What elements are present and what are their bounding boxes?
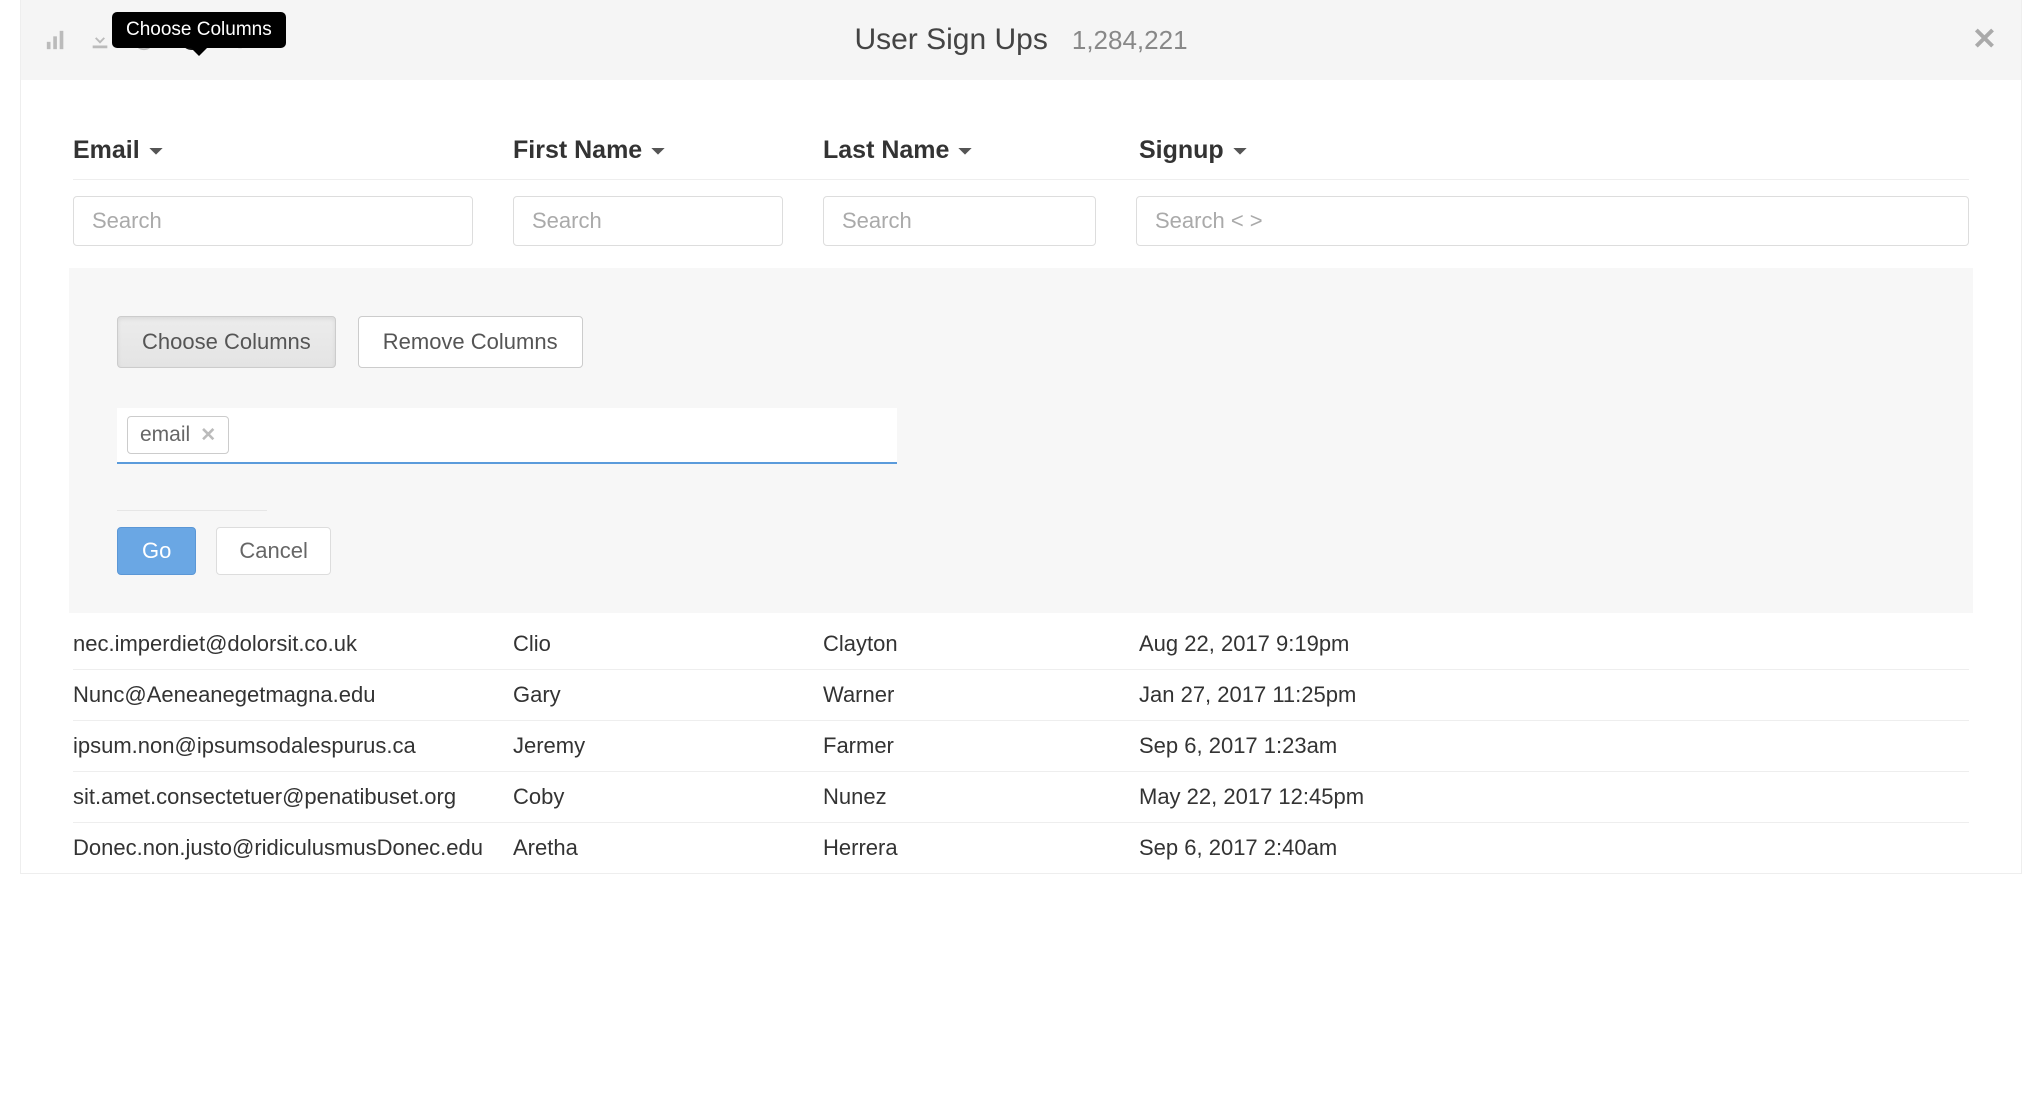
cell-last: Nunez (823, 784, 1139, 810)
close-icon[interactable]: ✕ (1972, 25, 1997, 55)
cell-email: sit.amet.consectetuer@penatibuset.org (73, 784, 513, 810)
panel-tabs: Choose Columns Remove Columns (117, 316, 1925, 368)
column-chooser-panel: Choose Columns Remove Columns email ✕ Go… (69, 268, 1973, 613)
chevron-down-icon (1232, 136, 1248, 165)
table-row: nec.imperdiet@dolorsit.co.uk Clio Clayto… (73, 613, 1969, 669)
cell-email: Nunc@Aeneanegetmagna.edu (73, 682, 513, 708)
chevron-down-icon (957, 136, 973, 165)
cell-first: Gary (513, 682, 823, 708)
remove-tag-icon[interactable]: ✕ (200, 424, 216, 447)
table-row: sit.amet.consectetuer@penatibuset.org Co… (73, 771, 1969, 822)
table-row: Nunc@Aeneanegetmagna.edu Gary Warner Jan… (73, 669, 1969, 720)
cell-email: nec.imperdiet@dolorsit.co.uk (73, 631, 513, 657)
record-count: 1,284,221 (1072, 25, 1188, 56)
chevron-down-icon (148, 136, 164, 165)
column-header-first-name[interactable]: First Name (513, 136, 666, 165)
search-input-last[interactable] (823, 196, 1096, 246)
content-area: Email First Name Last Name (21, 136, 2021, 873)
search-row (73, 196, 1969, 246)
column-header-last-name[interactable]: Last Name (823, 136, 973, 165)
cell-first: Coby (513, 784, 823, 810)
selected-column-tag: email ✕ (127, 416, 229, 454)
cell-email: ipsum.non@ipsumsodalespurus.ca (73, 733, 513, 759)
column-header-label: First Name (513, 136, 642, 165)
data-rows: nec.imperdiet@dolorsit.co.uk Clio Clayto… (73, 613, 1969, 873)
column-header-label: Email (73, 136, 140, 165)
download-icon[interactable] (89, 29, 111, 51)
header-title: User Sign Ups 1,284,221 (854, 23, 1187, 57)
cell-last: Farmer (823, 733, 1139, 759)
cell-signup: May 22, 2017 12:45pm (1139, 784, 1969, 810)
bar-chart-icon[interactable] (45, 29, 67, 51)
table-row: Donec.non.justo@ridiculusmusDonec.edu Ar… (73, 822, 1969, 873)
cell-last: Clayton (823, 631, 1139, 657)
panel-actions: Go Cancel (117, 527, 1925, 575)
cell-signup: Aug 22, 2017 9:19pm (1139, 631, 1969, 657)
cell-first: Clio (513, 631, 823, 657)
app-window: User Sign Ups 1,284,221 ✕ Email First Na… (20, 0, 2022, 874)
cell-signup: Sep 6, 2017 2:40am (1139, 835, 1969, 861)
search-input-email[interactable] (73, 196, 473, 246)
cell-first: Jeremy (513, 733, 823, 759)
cell-last: Herrera (823, 835, 1139, 861)
search-input-first[interactable] (513, 196, 783, 246)
column-headers: Email First Name Last Name (73, 136, 1969, 180)
column-header-signup[interactable]: Signup (1139, 136, 1248, 165)
column-header-label: Signup (1139, 136, 1224, 165)
table-row: ipsum.non@ipsumsodalespurus.ca Jeremy Fa… (73, 720, 1969, 771)
page-title: User Sign Ups (854, 23, 1047, 57)
header-bar: User Sign Ups 1,284,221 ✕ (21, 0, 2021, 80)
cell-first: Aretha (513, 835, 823, 861)
cell-signup: Sep 6, 2017 1:23am (1139, 733, 1969, 759)
selected-columns-input[interactable]: email ✕ (117, 408, 897, 464)
cell-email: Donec.non.justo@ridiculusmusDonec.edu (73, 835, 513, 861)
tag-label: email (140, 423, 190, 447)
tooltip-choose-columns: Choose Columns (112, 12, 286, 48)
chevron-down-icon (650, 136, 666, 165)
tab-remove-columns[interactable]: Remove Columns (358, 316, 583, 368)
divider (117, 510, 267, 511)
cell-signup: Jan 27, 2017 11:25pm (1139, 682, 1969, 708)
search-input-signup[interactable] (1136, 196, 1969, 246)
column-header-email[interactable]: Email (73, 136, 164, 165)
cancel-button[interactable]: Cancel (216, 527, 330, 575)
tab-choose-columns[interactable]: Choose Columns (117, 316, 336, 368)
column-header-label: Last Name (823, 136, 949, 165)
go-button[interactable]: Go (117, 527, 196, 575)
cell-last: Warner (823, 682, 1139, 708)
